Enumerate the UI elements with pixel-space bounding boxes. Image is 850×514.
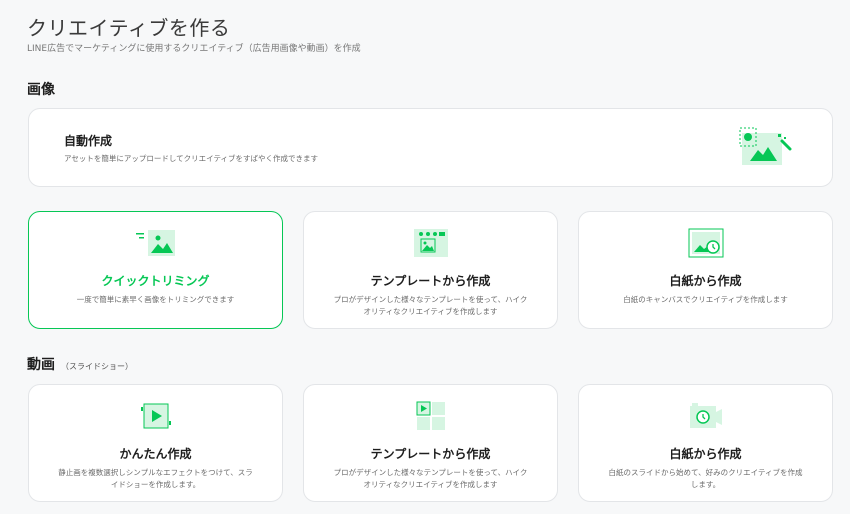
video-blank-icon (688, 401, 724, 431)
video-template-icon (416, 401, 446, 431)
section-title-image: 画像 (27, 79, 55, 99)
image-blank-description: 白紙のキャンバスでクリエイティブを作成します (623, 295, 788, 304)
quick-trim-title: クイックトリミング (101, 274, 210, 288)
auto-create-card[interactable]: 自動作成 アセットを簡単にアップロードしてクリエイティブをすばやく作成できます (28, 108, 833, 187)
auto-create-icon (730, 125, 794, 169)
blank-canvas-icon (688, 228, 724, 258)
image-template-icon (413, 228, 449, 258)
video-blank-title: 白紙から作成 (669, 447, 742, 461)
image-blank-card[interactable]: 白紙から作成 白紙のキャンバスでクリエイティブを作成します (578, 211, 833, 329)
image-template-description: プロがデザインした様々なテンプレートを使って、ハイクオリティなクリエイティブを作… (333, 295, 528, 316)
image-blank-title: 白紙から作成 (669, 274, 742, 288)
auto-create-description: アセットを簡単にアップロードしてクリエイティブをすばやく作成できます (64, 154, 319, 163)
image-template-title: テンプレートから作成 (370, 274, 491, 288)
section-title-video: 動画 （スライドショー） (27, 354, 133, 374)
video-template-card[interactable]: テンプレートから作成 プロがデザインした様々なテンプレートを使って、ハイクオリテ… (303, 384, 558, 502)
section-title-video-suffix: （スライドショー） (61, 362, 133, 371)
section-title-image-label: 画像 (27, 82, 55, 98)
auto-create-title: 自動作成 (64, 134, 113, 148)
video-easy-icon (140, 401, 171, 431)
image-trim-icon (134, 228, 178, 258)
image-template-card[interactable]: テンプレートから作成 プロがデザインした様々なテンプレートを使って、ハイクオリテ… (303, 211, 558, 329)
section-title-video-label: 動画 (27, 357, 55, 373)
video-easy-card[interactable]: かんたん作成 静止画を複数選択しシンプルなエフェクトをつけて、スライドショーを作… (28, 384, 283, 502)
page-subtitle: LINE広告でマーケティングに使用するクリエイティブ（広告用画像や動画）を作成 (27, 44, 361, 54)
video-blank-description: 白紙のスライドから始めて、好みのクリエイティブを作成します。 (608, 468, 803, 489)
video-template-title: テンプレートから作成 (370, 447, 491, 461)
quick-trim-card[interactable]: クイックトリミング 一度で簡単に素早く画像をトリミングできます (28, 211, 283, 329)
video-template-description: プロがデザインした様々なテンプレートを使って、ハイクオリティなクリエイティブを作… (333, 468, 528, 489)
page-title: クリエイティブを作る (27, 16, 231, 40)
video-blank-card[interactable]: 白紙から作成 白紙のスライドから始めて、好みのクリエイティブを作成します。 (578, 384, 833, 502)
video-easy-description: 静止画を複数選択しシンプルなエフェクトをつけて、スライドショーを作成します。 (58, 468, 253, 489)
video-easy-title: かんたん作成 (119, 447, 192, 461)
quick-trim-description: 一度で簡単に素早く画像をトリミングできます (76, 295, 235, 304)
